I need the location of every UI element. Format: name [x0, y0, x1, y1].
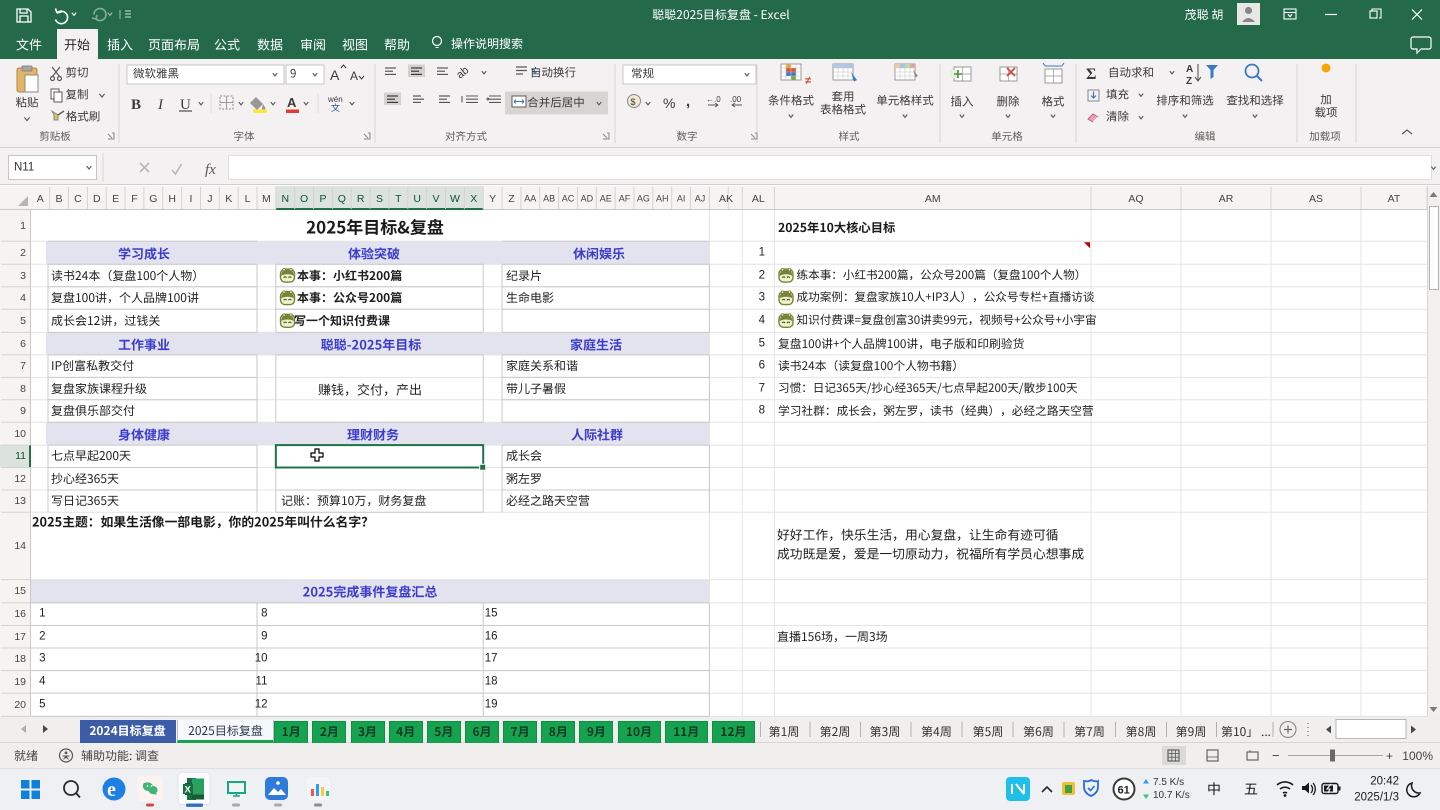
svg-text:ab: ab	[454, 64, 471, 81]
svg-text:≠: ≠	[805, 75, 811, 87]
svg-text:e: e	[107, 779, 116, 801]
svg-text:−: −	[1272, 748, 1280, 763]
svg-text:+: +	[1386, 749, 1393, 763]
svg-text:fx: fx	[205, 162, 216, 178]
svg-text:A: A	[287, 95, 297, 110]
svg-text:.00: .00	[730, 95, 742, 104]
svg-text:$: $	[631, 97, 636, 107]
svg-text:A: A	[350, 69, 358, 83]
svg-text:,: ,	[686, 93, 690, 110]
svg-text:←.0: ←.0	[706, 95, 721, 104]
svg-text:I: I	[157, 97, 164, 113]
svg-text:%: %	[663, 95, 675, 111]
svg-text:A: A	[330, 67, 340, 83]
svg-text:Σ: Σ	[1086, 66, 1096, 83]
svg-text:X: X	[185, 785, 192, 796]
svg-text:61: 61	[1118, 785, 1130, 797]
svg-text:B: B	[131, 97, 141, 113]
svg-text:A: A	[1186, 64, 1193, 75]
svg-text:文: 文	[331, 101, 340, 114]
svg-text:Z: Z	[1186, 76, 1192, 87]
